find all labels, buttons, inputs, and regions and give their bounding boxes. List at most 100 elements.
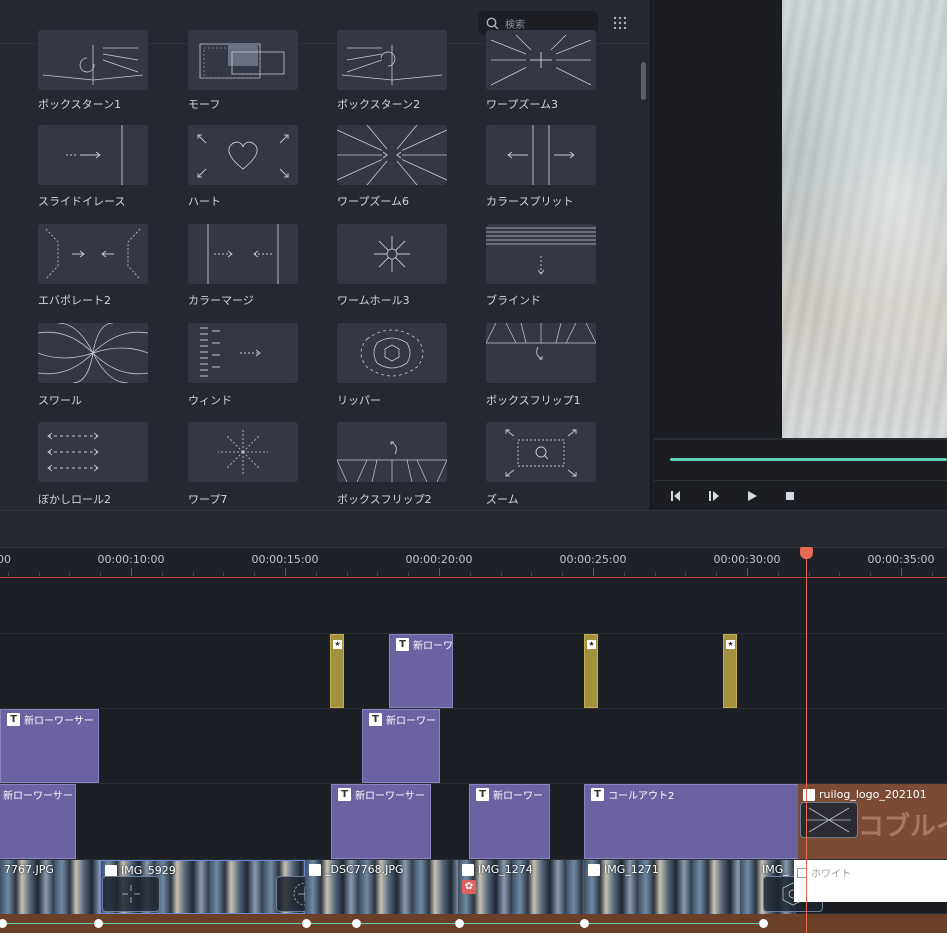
logo-clip[interactable]: ruilog_logo_202101 コブルイ xyxy=(798,784,947,859)
keyframe-connector xyxy=(588,923,759,924)
ruler-major-tick xyxy=(901,568,902,576)
playback-controls xyxy=(654,480,947,510)
keyframe-dot[interactable] xyxy=(580,919,589,928)
transition-label: ウィンド xyxy=(188,394,232,407)
ruler-minor-tick xyxy=(223,572,224,576)
ruler-minor-tick xyxy=(347,572,348,576)
empty-track xyxy=(0,578,947,634)
swirl-icon xyxy=(38,323,148,383)
video-clip[interactable]: IMG_1271 xyxy=(584,860,762,914)
transition-label: ハート xyxy=(188,195,221,208)
clip-label: 新ローワ xyxy=(413,641,453,652)
clip-label: IMG_1271 xyxy=(604,863,659,876)
transition-marker[interactable] xyxy=(800,802,858,838)
image-icon xyxy=(462,863,474,876)
transition-label: モーフ xyxy=(188,98,221,111)
video-clip[interactable]: IMG_1274 ✿ xyxy=(458,860,584,914)
transition-label: ブラインド xyxy=(486,294,541,307)
ruler-minor-tick xyxy=(932,572,933,576)
text-icon: T xyxy=(476,788,489,801)
title-clip[interactable]: T 新ローワー xyxy=(469,784,550,859)
keyframe-connector xyxy=(102,923,302,924)
clip-label: 7767.JPG xyxy=(4,863,54,876)
keyframe-dot[interactable] xyxy=(455,919,464,928)
keyframe-connector xyxy=(6,923,94,924)
clip-label: IMG_ xyxy=(762,863,789,876)
transition-label: リッパー xyxy=(337,394,381,407)
transition-label: ワープズーム6 xyxy=(337,195,410,208)
grid-menu-icon[interactable] xyxy=(612,15,628,31)
box-turn-icon xyxy=(38,30,148,90)
stop-icon[interactable] xyxy=(782,488,798,504)
ruler-minor-tick xyxy=(778,572,779,576)
clip-label: 新ローワー xyxy=(386,716,436,727)
title-clip[interactable]: T 新ローワーサー xyxy=(331,784,431,859)
ruler-major-tick xyxy=(131,568,132,576)
video-clip[interactable]: 7767.JPG xyxy=(0,860,100,914)
ruler-major-tick xyxy=(747,568,748,576)
transition-label: ボックスターン1 xyxy=(38,98,122,111)
title-clip[interactable]: T 新ローワーサー xyxy=(0,709,99,783)
ruler-minor-tick xyxy=(501,572,502,576)
transition-label: カラーマージ xyxy=(188,294,254,307)
box-flip-icon xyxy=(337,422,447,482)
ruler-minor-tick xyxy=(254,572,255,576)
keyframe-connector xyxy=(463,923,580,924)
element-marker[interactable]: ★ xyxy=(330,634,344,708)
transition-label: カラースプリット xyxy=(486,195,574,208)
text-icon: T xyxy=(369,713,382,726)
ruler-minor-tick xyxy=(193,572,194,576)
keyframe-connector xyxy=(310,923,352,924)
prev-frame-icon[interactable] xyxy=(668,488,684,504)
keyframe-dot[interactable] xyxy=(302,919,311,928)
next-frame-icon[interactable] xyxy=(706,488,722,504)
ruler-minor-tick xyxy=(470,572,471,576)
title-clip[interactable]: T 新ローワー xyxy=(362,709,440,783)
white-clip[interactable]: ホワイト xyxy=(794,860,947,902)
transition-label: ボックスフリップ1 xyxy=(486,394,581,407)
keyframe-connector xyxy=(360,923,455,924)
keyframe-dot[interactable] xyxy=(94,919,103,928)
playhead-line[interactable] xyxy=(806,548,807,933)
warp-icon xyxy=(188,422,298,482)
text-icon: T xyxy=(591,788,604,801)
transition-label: スワール xyxy=(38,394,82,407)
transition-icon xyxy=(807,807,851,833)
transition-label: エバポレート2 xyxy=(38,294,111,307)
warp-zoom-icon xyxy=(486,30,596,90)
element-marker[interactable]: ★ xyxy=(584,634,598,708)
ruler-label: 00:00:10:00 xyxy=(97,553,165,566)
clip-label: 新ローワーサー xyxy=(24,716,94,727)
ripper-icon xyxy=(337,323,447,383)
preview-panel xyxy=(654,0,947,510)
title-clip[interactable]: T 新ローワ xyxy=(389,634,453,708)
color-split-icon xyxy=(486,125,596,185)
ruler-minor-tick xyxy=(655,572,656,576)
wind-icon xyxy=(188,323,298,383)
transition-marker[interactable] xyxy=(102,876,160,912)
box-turn-icon xyxy=(337,30,447,90)
preview-frame xyxy=(782,0,947,438)
keyframe-dot[interactable] xyxy=(352,919,361,928)
search-placeholder: 検索 xyxy=(505,19,525,31)
wormhole-icon xyxy=(337,224,447,284)
transition-label: ワープ7 xyxy=(188,493,228,506)
title-clip-callout[interactable]: T コールアウト2 xyxy=(584,784,800,859)
video-clip[interactable]: _DSC7768.JPG xyxy=(305,860,458,914)
title-clip[interactable]: 新ローワーサー xyxy=(0,784,76,859)
ruler-minor-tick xyxy=(870,572,871,576)
transition-label: スライドイレース xyxy=(38,195,126,208)
video-icon xyxy=(105,864,117,877)
video-editor: 検索 ボックスターン1 モーフ ボックスターン2 ワープズーム3 スライドイレー… xyxy=(0,0,947,933)
star-icon: ★ xyxy=(587,640,596,649)
playhead-handle[interactable] xyxy=(800,547,813,559)
library-scrollbar[interactable] xyxy=(641,62,646,100)
playback-progress-bar[interactable] xyxy=(670,458,947,461)
color-merge-icon xyxy=(188,224,298,284)
ruler-minor-tick xyxy=(839,572,840,576)
ruler-minor-tick xyxy=(316,572,317,576)
keyframe-dot[interactable] xyxy=(759,919,768,928)
element-marker[interactable]: ★ xyxy=(723,634,737,708)
blur-roll-icon xyxy=(38,422,148,482)
play-icon[interactable] xyxy=(744,488,760,504)
